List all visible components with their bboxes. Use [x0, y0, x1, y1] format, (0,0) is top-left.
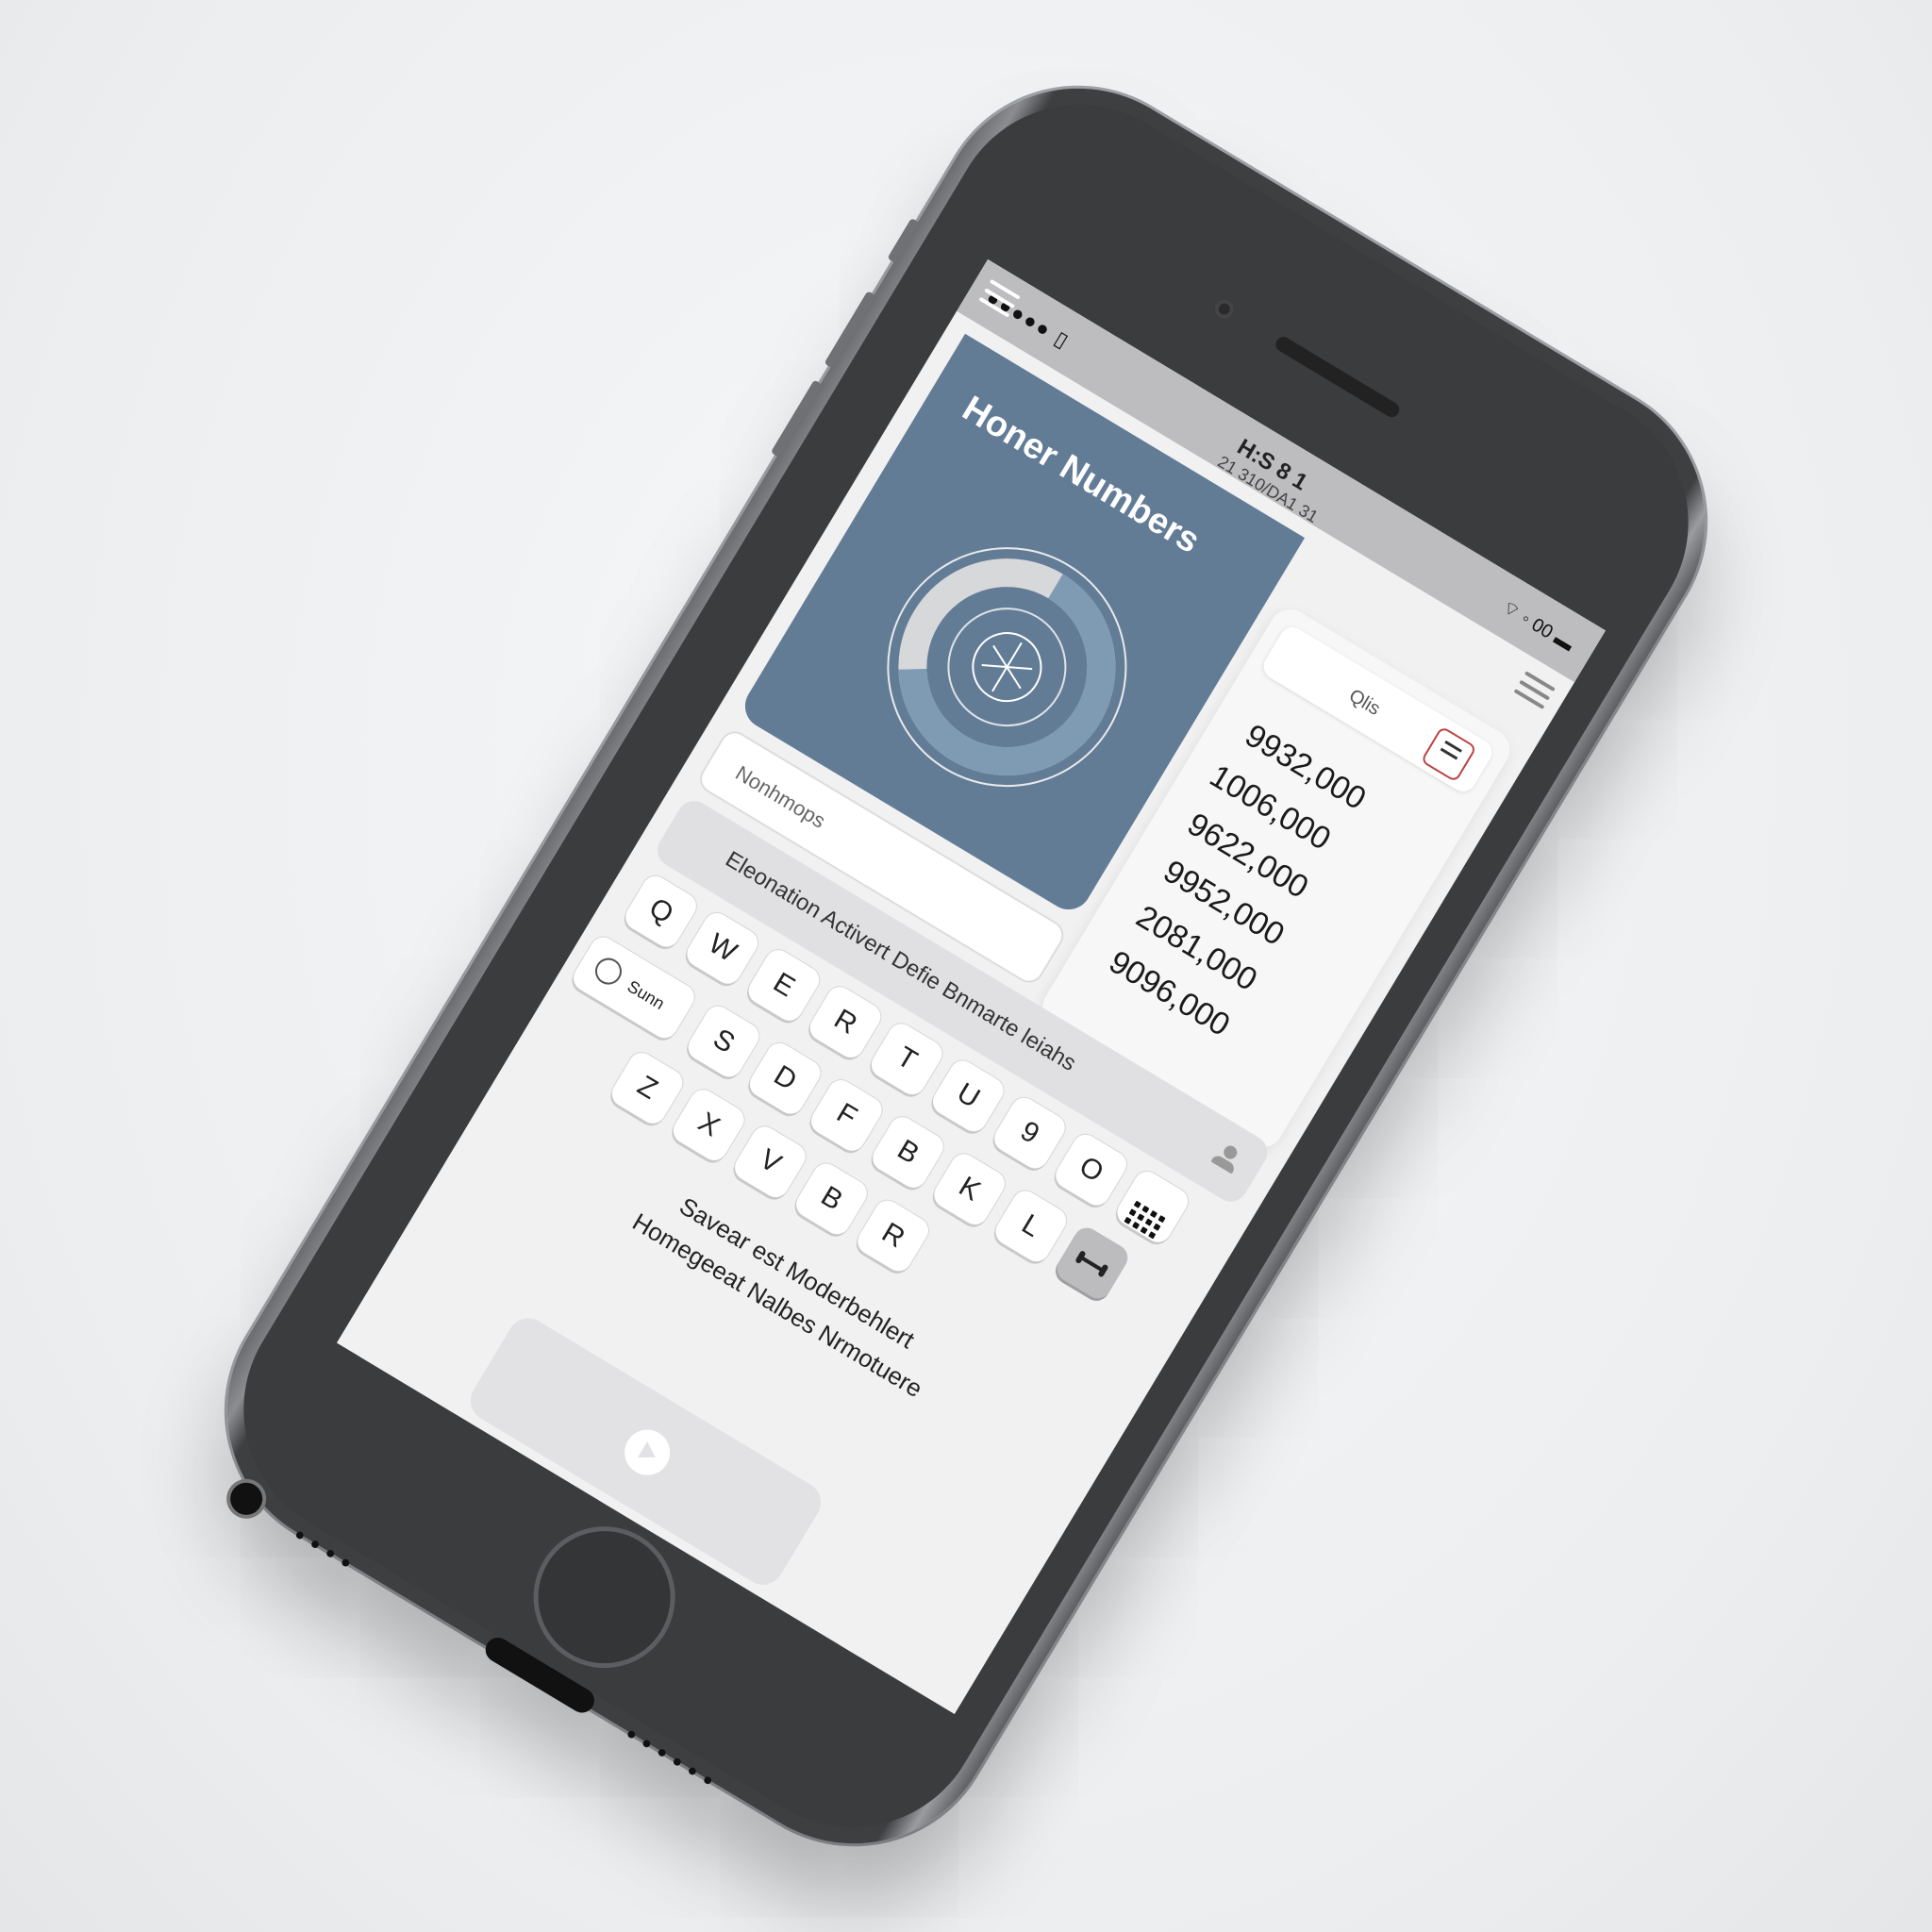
status-right-icons: ⌔ ◦ 00 ▬	[1497, 596, 1577, 656]
key-d[interactable]: D	[744, 1038, 825, 1119]
key-r[interactable]: R	[805, 982, 886, 1063]
key-connector[interactable]	[1052, 1223, 1133, 1304]
globe-icon	[590, 953, 627, 990]
front-camera	[1211, 295, 1238, 323]
key-f[interactable]: F	[806, 1074, 887, 1156]
key-b[interactable]: B	[867, 1111, 949, 1193]
phone-device: ●●●●● ▯ H:S 8 1 21 310/DA1 31 ⌔ ◦ 00 ▬ H…	[175, 35, 1757, 1897]
notes-icon[interactable]	[1420, 725, 1477, 783]
key-b2[interactable]: B	[791, 1158, 873, 1240]
key-z[interactable]: Z	[607, 1047, 688, 1128]
play-icon	[616, 1421, 679, 1484]
keyboard-row-1: Q W E R T U 9 O	[617, 871, 1193, 1247]
connector-icon	[1080, 1256, 1104, 1273]
key-globe-label: Sunn	[624, 976, 668, 1014]
key-x[interactable]: X	[668, 1085, 749, 1166]
keyboard-row-3: Z X V B R	[603, 1047, 934, 1276]
phone-face: ●●●●● ▯ H:S 8 1 21 310/DA1 31 ⌔ ◦ 00 ▬ H…	[194, 56, 1738, 1876]
key-w[interactable]: W	[682, 908, 763, 989]
ring-chart	[887, 547, 1127, 788]
key-s[interactable]: S	[683, 1001, 764, 1082]
person-icon[interactable]	[1208, 1140, 1244, 1175]
key-keypad[interactable]	[1112, 1166, 1193, 1247]
key-o[interactable]: O	[1051, 1129, 1132, 1210]
key-v[interactable]: V	[729, 1122, 810, 1203]
panel-tab-label: Qlis	[1344, 685, 1384, 720]
progress-ring	[839, 499, 1175, 836]
headphone-jack	[224, 1476, 269, 1522]
key-k[interactable]: K	[929, 1149, 1010, 1230]
key-q[interactable]: Q	[621, 871, 702, 952]
key-l[interactable]: L	[991, 1186, 1072, 1267]
key-t[interactable]: T	[866, 1019, 947, 1100]
numbers-input-placeholder: Nonhmops	[731, 760, 830, 833]
menu-icon-right[interactable]	[1513, 671, 1556, 710]
key-r2[interactable]: R	[853, 1195, 934, 1276]
key-globe[interactable]: Sunn	[568, 932, 700, 1043]
key-e[interactable]: E	[743, 944, 824, 1025]
key-u[interactable]: U	[927, 1056, 1008, 1137]
screen: ●●●●● ▯ H:S 8 1 21 310/DA1 31 ⌔ ◦ 00 ▬ H…	[336, 258, 1606, 1715]
earpiece-speaker	[1273, 334, 1403, 421]
key-9[interactable]: 9	[989, 1092, 1070, 1174]
keyboard-row-2: Sunn S D F B K L	[565, 932, 1133, 1304]
keypad-icon	[1124, 1200, 1166, 1240]
